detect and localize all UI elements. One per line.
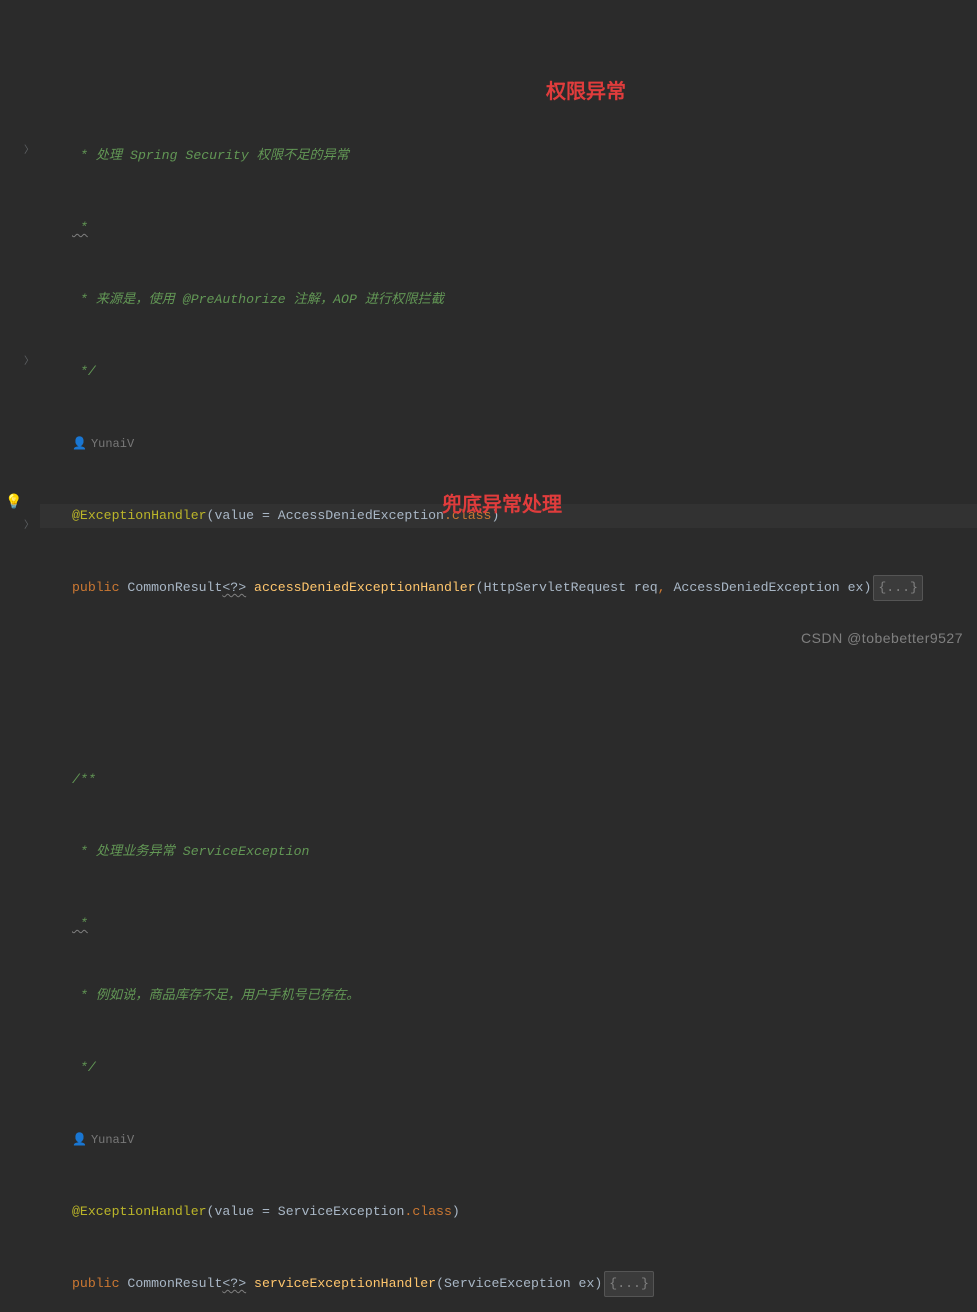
- doc-comment-start: /**: [72, 768, 96, 792]
- method-name: serviceExceptionHandler: [254, 1272, 436, 1296]
- doc-comment: * 处理业务异常 ServiceException: [72, 840, 309, 864]
- generic: <?>: [222, 576, 246, 600]
- keyword: public: [72, 1272, 119, 1296]
- param-name: value =: [214, 1200, 277, 1224]
- overlay-label-fallback: 兜底异常处理: [442, 493, 562, 517]
- annotation: @ExceptionHandler: [72, 504, 207, 528]
- doc-comment: * 来源是，使用 @PreAuthorize 注解，AOP 进行权限拦截: [72, 288, 444, 312]
- code-fold[interactable]: {...}: [604, 1271, 654, 1297]
- generic: <?>: [222, 1272, 246, 1296]
- code-fold[interactable]: {...}: [873, 575, 923, 601]
- doc-comment: *: [72, 912, 88, 936]
- person-icon: 👤: [72, 432, 87, 456]
- doc-comment: * 例如说，商品库存不足，用户手机号已存在。: [72, 984, 360, 1008]
- param: ServiceException ex: [444, 1272, 594, 1296]
- doc-comment: *: [72, 216, 88, 240]
- method-name: accessDeniedExceptionHandler: [254, 576, 476, 600]
- type: CommonResult: [127, 576, 222, 600]
- annotation: @ExceptionHandler: [72, 1200, 207, 1224]
- class-ref: AccessDeniedException: [278, 504, 444, 528]
- overlay-label-permission: 权限异常: [546, 80, 626, 104]
- doc-comment-end: */: [72, 360, 96, 384]
- editor-gutter: 〉 〉 💡 〉: [0, 0, 40, 656]
- fold-chevron-icon[interactable]: 〉: [24, 140, 34, 164]
- keyword: .class: [404, 1200, 451, 1224]
- fold-chevron-icon[interactable]: 〉: [24, 351, 34, 375]
- param: AccessDeniedException ex: [674, 576, 864, 600]
- watermark: CSDN @tobebetter9527: [801, 626, 963, 650]
- person-icon: 👤: [72, 1128, 87, 1152]
- param: HttpServletRequest req: [484, 576, 658, 600]
- intention-bulb-icon[interactable]: 💡: [5, 491, 22, 515]
- author-inlay[interactable]: YunaiV: [91, 1128, 134, 1152]
- keyword: public: [72, 576, 119, 600]
- type: CommonResult: [127, 1272, 222, 1296]
- class-ref: ServiceException: [278, 1200, 405, 1224]
- author-inlay[interactable]: YunaiV: [91, 432, 134, 456]
- param-name: value =: [214, 504, 277, 528]
- code-area[interactable]: ☰ * 处理 Spring Security 权限不足的异常 * * 来源是，使…: [40, 0, 977, 656]
- doc-comment-end: */: [72, 1056, 96, 1080]
- doc-comment: * 处理 Spring Security 权限不足的异常: [72, 144, 349, 168]
- fold-chevron-icon[interactable]: 〉: [24, 515, 34, 539]
- code-editor[interactable]: 〉 〉 💡 〉 ☰ * 处理 Spring Security 权限不足的异常 *…: [0, 0, 977, 656]
